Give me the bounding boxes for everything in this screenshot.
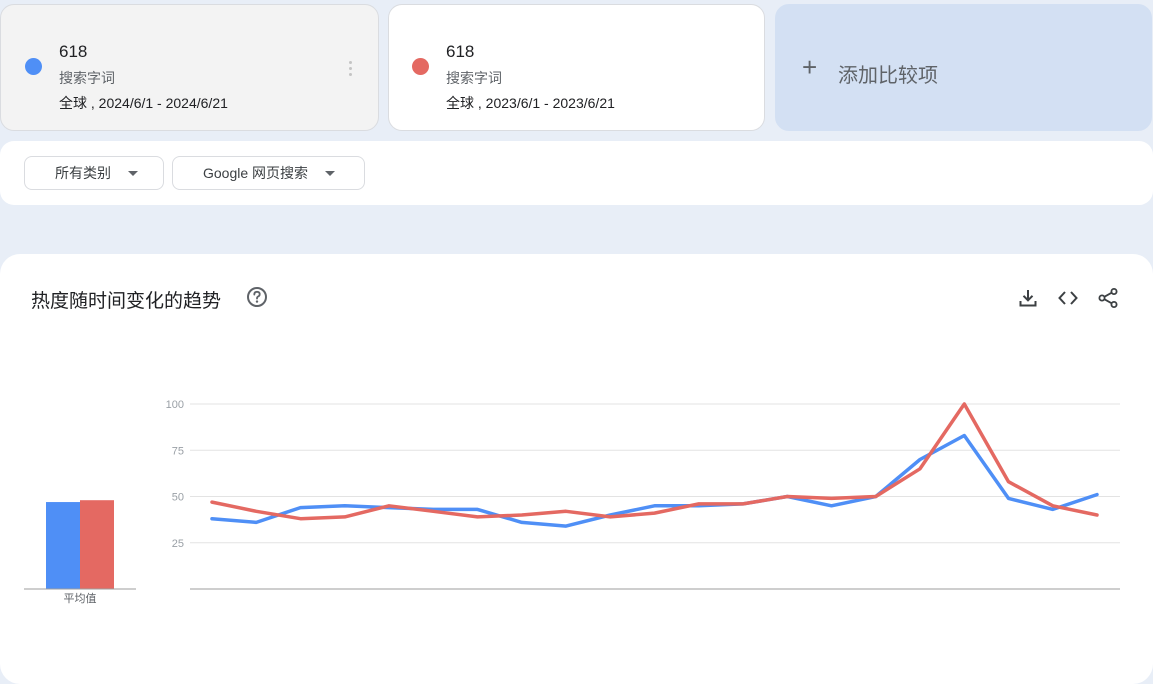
search-term-card-2[interactable]: 618 搜索字词 全球 , 2023/6/1 - 2023/6/21 xyxy=(388,4,765,131)
interest-over-time-panel: 热度随时间变化的趋势 平均值 100 75 50 25 xyxy=(0,254,1153,684)
plus-icon: + xyxy=(802,52,818,82)
y-tick-label: 25 xyxy=(172,538,184,550)
average-bar-2[interactable] xyxy=(80,500,114,589)
search-type-dropdown[interactable]: Google 网页搜索 xyxy=(172,156,365,190)
y-tick-label: 100 xyxy=(166,399,184,411)
chevron-down-icon xyxy=(325,171,335,176)
search-term-type: 搜索字词 xyxy=(446,70,502,86)
average-bar-1[interactable] xyxy=(46,502,80,589)
search-term-name: 618 xyxy=(59,42,88,61)
add-comparison-button[interactable]: + 添加比较项 xyxy=(775,4,1152,131)
average-label: 平均值 xyxy=(64,592,97,605)
add-comparison-label: 添加比较项 xyxy=(838,65,938,87)
y-tick-label: 50 xyxy=(172,492,184,504)
series-color-dot xyxy=(412,58,429,75)
y-tick-label: 75 xyxy=(172,445,184,457)
category-dropdown[interactable]: 所有类别 xyxy=(24,156,164,190)
search-type-dropdown-label: Google 网页搜索 xyxy=(203,165,309,181)
average-bars: 平均值 xyxy=(24,500,136,605)
category-dropdown-label: 所有类别 xyxy=(55,165,111,181)
search-term-range[interactable]: 全球 , 2023/6/1 - 2023/6/21 xyxy=(446,93,615,113)
filters-bar: 所有类别 Google 网页搜索 xyxy=(0,141,1153,205)
series-line-2[interactable] xyxy=(210,402,1099,521)
more-options-icon[interactable] xyxy=(345,61,355,81)
search-term-name: 618 xyxy=(446,42,475,61)
chevron-down-icon xyxy=(128,171,138,176)
search-term-range[interactable]: 全球 , 2024/6/1 - 2024/6/21 xyxy=(59,93,228,113)
trend-chart: 平均值 100 75 50 25 xyxy=(24,399,1120,605)
search-term-type: 搜索字词 xyxy=(59,70,115,86)
series-color-dot xyxy=(25,58,42,75)
chart-lines xyxy=(210,402,1099,528)
search-term-card-1[interactable]: 618 搜索字词 全球 , 2024/6/1 - 2024/6/21 xyxy=(0,4,379,131)
